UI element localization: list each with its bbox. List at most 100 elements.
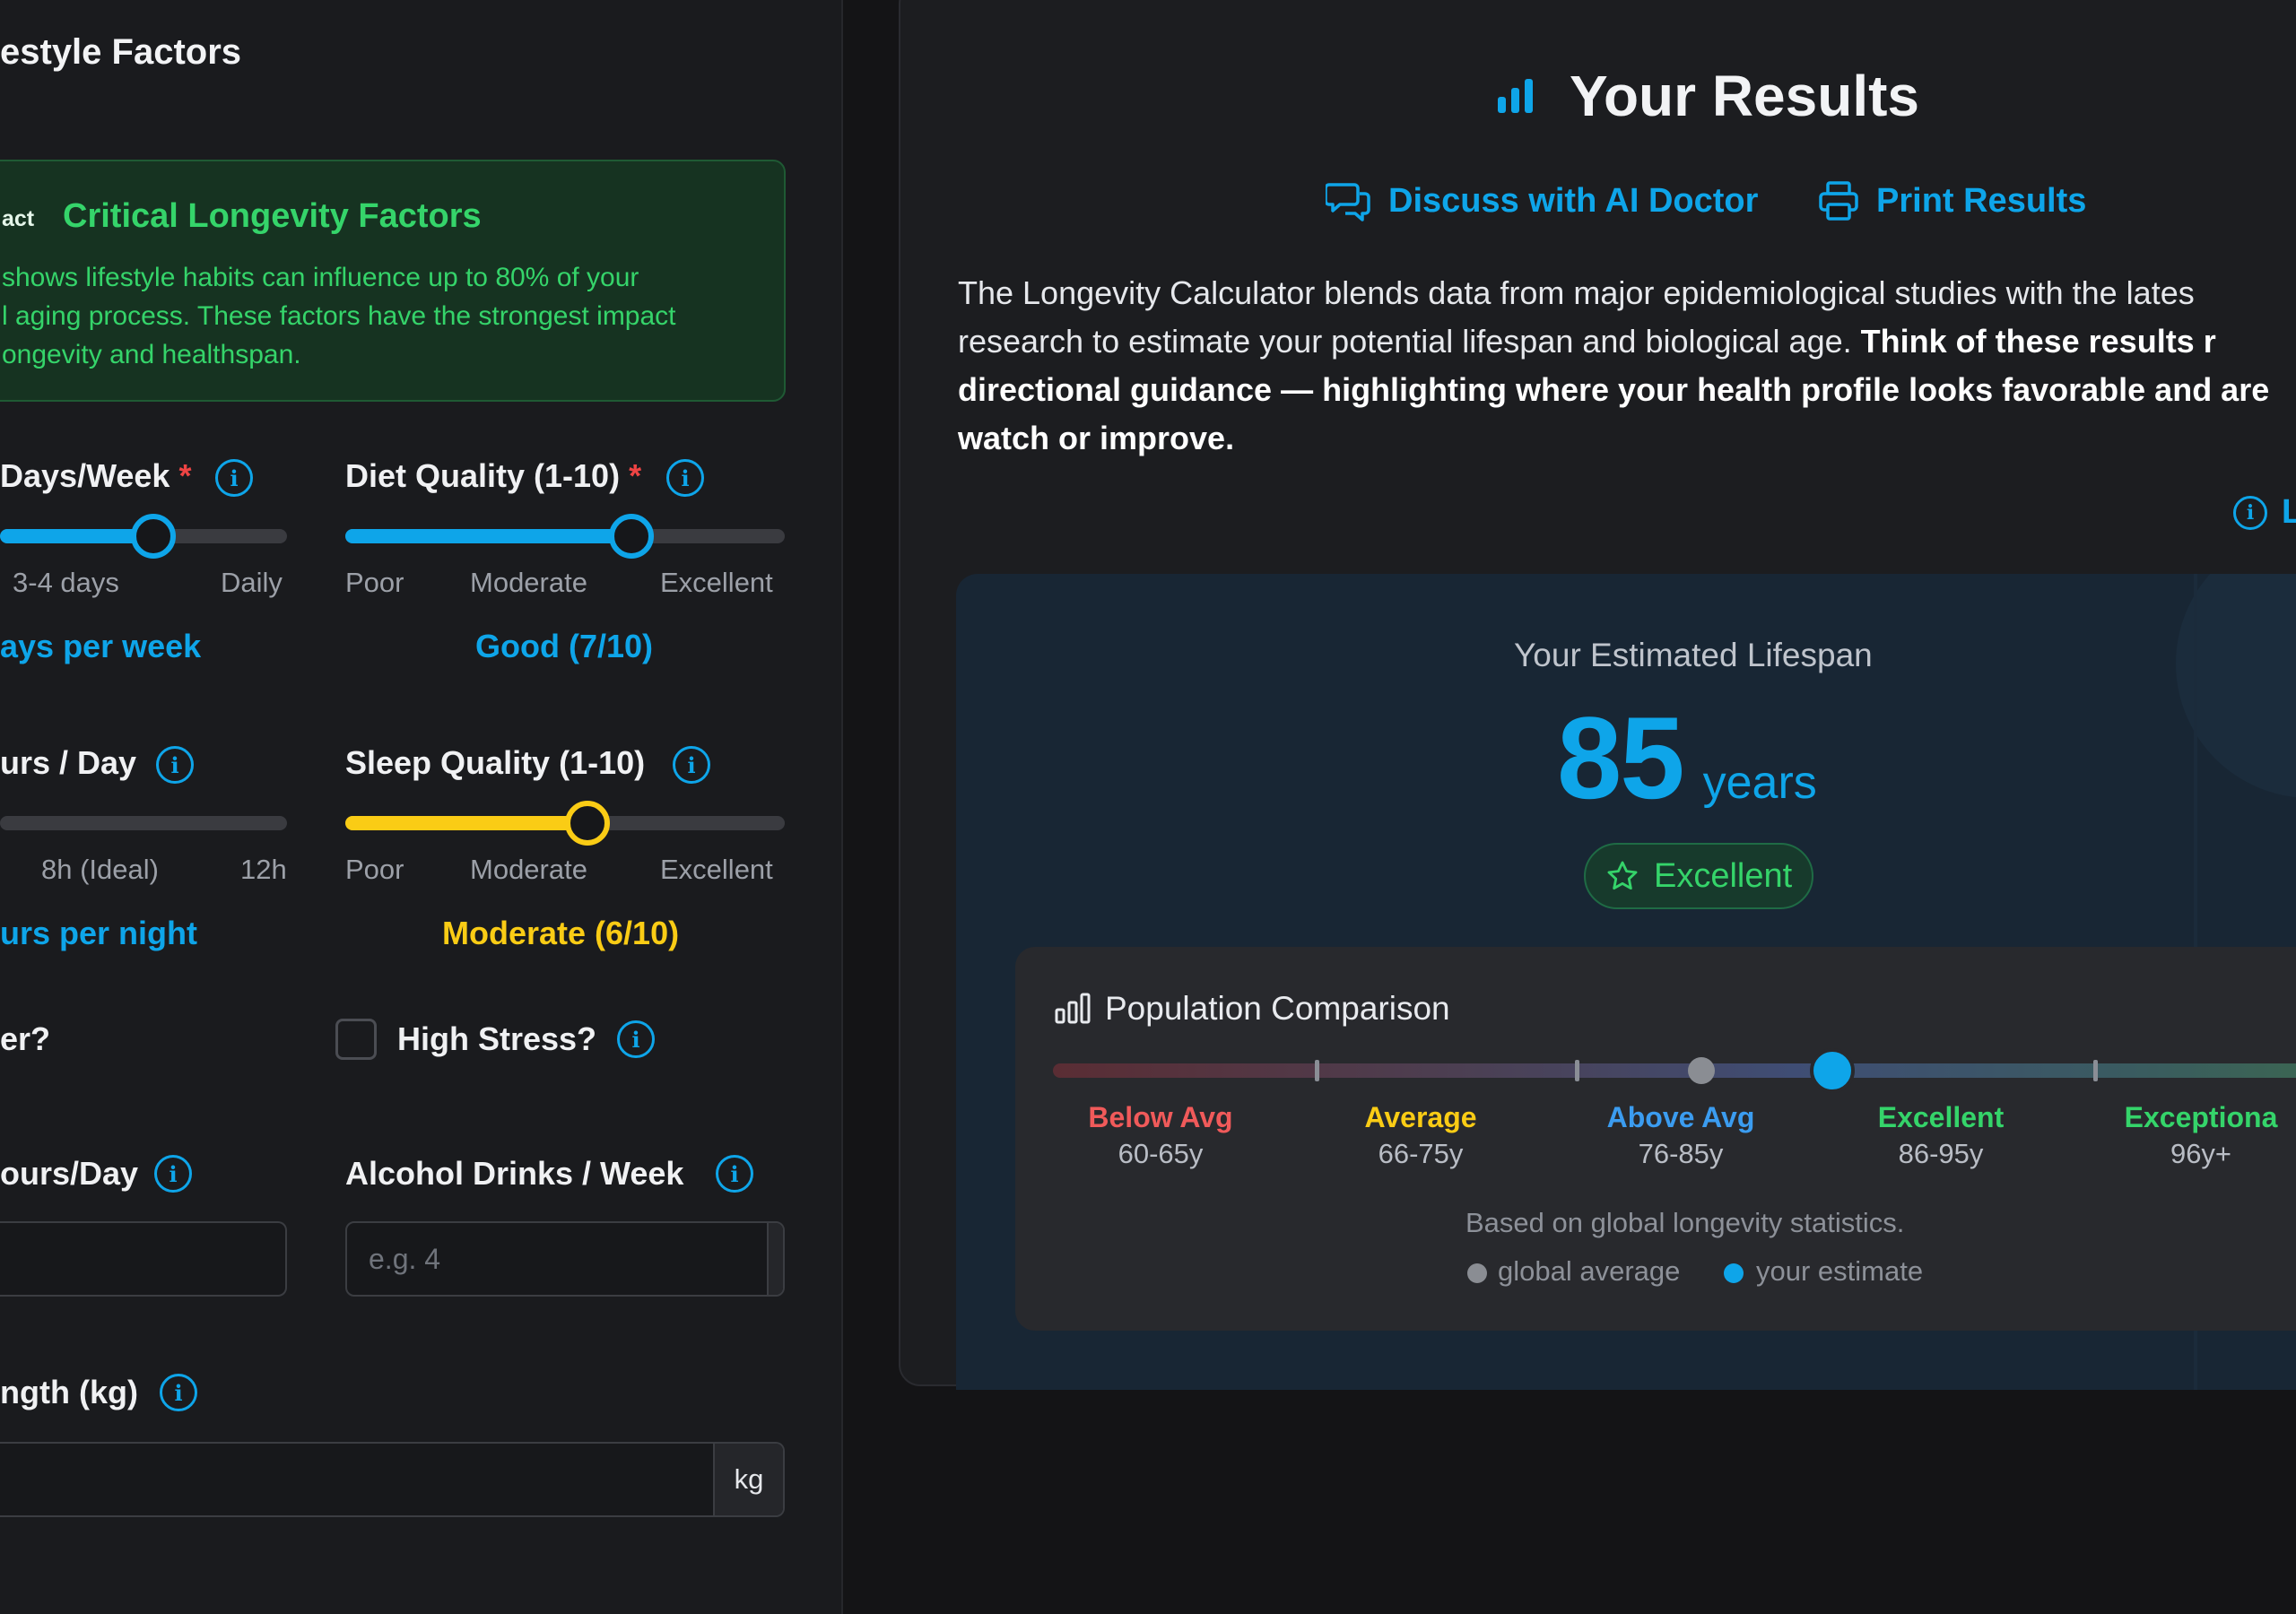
printer-icon [1819, 181, 1858, 221]
results-title: Your Results [1570, 64, 1919, 128]
diet-info-icon[interactable]: i [666, 459, 704, 497]
sleep-quality-tick-max: Excellent [660, 854, 773, 885]
sleep-quality-info-icon[interactable]: i [673, 746, 710, 784]
sleep-hours-tick-max: 12h [240, 854, 287, 885]
category-range: 66-75y [1378, 1138, 1464, 1169]
category-range: 96y+ [2170, 1138, 2232, 1169]
callout-title: Critical Longevity Factors [63, 197, 482, 235]
your-estimate-legend-label: your estimate [1756, 1255, 1924, 1287]
impact-badge: act [2, 206, 35, 231]
exercise-info-icon[interactable]: i [215, 459, 253, 497]
sleep-quality-slider-thumb[interactable] [565, 801, 610, 846]
scale-separator [1315, 1060, 1319, 1081]
sleep-quality-label: Sleep Quality (1-10) [345, 744, 646, 781]
alcohol-input[interactable] [347, 1223, 767, 1295]
sleep-quality-slider-fill [345, 816, 587, 830]
population-comparison-title: Population Comparison [1105, 990, 1450, 1027]
category-excellent: Excellent 86-95y [1842, 1101, 2039, 1170]
info-icon: i [2233, 495, 2267, 530]
sleep-hours-value: urs per night [0, 915, 198, 951]
population-footnote: Based on global longevity statistics. [1465, 1207, 1905, 1238]
sleep-quality-tick-min: Poor [345, 854, 404, 885]
learn-more-label: L [2282, 493, 2296, 531]
grip-strength-info-icon[interactable]: i [160, 1374, 197, 1411]
grip-strength-input[interactable] [0, 1444, 713, 1515]
diet-slider-fill [345, 529, 632, 543]
lifespan-unit: years [1702, 757, 1817, 809]
your-estimate-marker [1810, 1048, 1855, 1093]
intro-bold-text: Think of these results r [1860, 323, 2216, 360]
discuss-ai-doctor-button[interactable]: Discuss with AI Doctor [1326, 179, 1758, 222]
sleep-hours-info-icon[interactable]: i [156, 746, 194, 784]
diet-value: Good (7/10) [475, 628, 654, 664]
intro-bold-text: watch or improve. [958, 420, 1235, 456]
critical-factors-callout: act Critical Longevity Factors shows lif… [0, 160, 786, 402]
category-range: 60-65y [1118, 1138, 1204, 1169]
category-label: Above Avg [1606, 1101, 1755, 1133]
grip-strength-input-group: kg [0, 1442, 785, 1517]
diet-slider-thumb[interactable] [609, 514, 654, 559]
scale-separator [1575, 1060, 1579, 1081]
sitting-hours-input-group: hours [0, 1221, 287, 1297]
estimated-lifespan-value: 85 years [1557, 690, 1817, 825]
sleep-quality-tick-mid: Moderate [470, 854, 587, 885]
category-label: Exceptiona [2124, 1101, 2278, 1133]
section-title: estyle Factors [0, 32, 242, 72]
callout-line: shows lifestyle habits can influence up … [2, 263, 639, 292]
grip-strength-label: ngth (kg) [0, 1374, 138, 1410]
high-stress-label: High Stress? [397, 1020, 597, 1057]
print-results-label: Print Results [1876, 181, 2087, 220]
rating-text: Excellent [1654, 856, 1793, 895]
exercise-slider-fill [0, 529, 152, 543]
global-average-marker [1688, 1057, 1715, 1084]
global-average-legend-dot [1467, 1263, 1487, 1283]
bar-chart-icon [1498, 79, 1533, 113]
required-mark: * [629, 457, 642, 494]
chat-icon [1326, 183, 1370, 221]
results-intro: The Longevity Calculator blends data fro… [958, 269, 2296, 463]
sitting-hours-label: ours/Day [0, 1155, 139, 1192]
exercise-tick-max: Daily [221, 567, 283, 598]
intro-line: directional guidance — highlighting wher… [958, 366, 2296, 414]
intro-text: research to estimate your potential life… [958, 323, 1852, 360]
drinks-addon: drinks [767, 1223, 783, 1295]
required-mark: * [178, 457, 192, 494]
diet-tick-min: Poor [345, 567, 404, 598]
callout-body: shows lifestyle habits can influence up … [2, 258, 755, 374]
scale-separator [2093, 1060, 2098, 1081]
category-label: Average [1364, 1101, 1477, 1133]
category-below-avg: Below Avg 60-65y [1062, 1101, 1259, 1170]
diet-tick-mid: Moderate [470, 567, 587, 598]
alcohol-input-group: drinks [345, 1221, 785, 1297]
alcohol-info-icon[interactable]: i [716, 1155, 753, 1193]
kg-addon: kg [713, 1444, 783, 1515]
high-stress-info-icon[interactable]: i [617, 1020, 655, 1058]
exercise-label-text: Days/Week [0, 457, 170, 494]
callout-line: ongevity and healthspan. [2, 340, 301, 369]
population-comparison-card: Population Comparison Below Avg 60-65y A… [1015, 947, 2296, 1331]
lifestyle-form-panel: estyle Factors act Critical Longevity Fa… [0, 0, 843, 1614]
diet-tick-max: Excellent [660, 567, 773, 598]
sleep-quality-value: Moderate (6/10) [442, 915, 680, 951]
alcohol-label: Alcohol Drinks / Week [345, 1155, 684, 1192]
category-range: 76-85y [1638, 1138, 1724, 1169]
rating-badge: Excellent [1584, 843, 1814, 909]
lifespan-number: 85 [1557, 692, 1685, 823]
intro-line: watch or improve. [958, 414, 2296, 463]
exercise-tick-mid: 3-4 days [13, 567, 119, 598]
print-results-button[interactable]: Print Results [1817, 179, 2086, 222]
high-stress-checkbox[interactable] [335, 1019, 377, 1060]
your-estimate-legend-dot [1724, 1263, 1744, 1283]
category-above-avg: Above Avg 76-85y [1582, 1101, 1779, 1170]
exercise-slider-thumb[interactable] [131, 514, 176, 559]
sleep-hours-slider-track[interactable] [0, 816, 287, 830]
intro-bold-text: directional guidance — highlighting wher… [958, 371, 2270, 408]
learn-more-link[interactable]: i L [2233, 493, 2296, 532]
population-scale-bar [1053, 1063, 2296, 1078]
sitting-hours-input[interactable] [0, 1223, 285, 1295]
callout-line: l aging process. These factors have the … [2, 301, 676, 331]
sitting-hours-info-icon[interactable]: i [154, 1155, 192, 1193]
global-average-legend-label: global average [1498, 1255, 1681, 1287]
intro-line: The Longevity Calculator blends data fro… [958, 274, 2195, 311]
exercise-value: ays per week [0, 628, 202, 664]
